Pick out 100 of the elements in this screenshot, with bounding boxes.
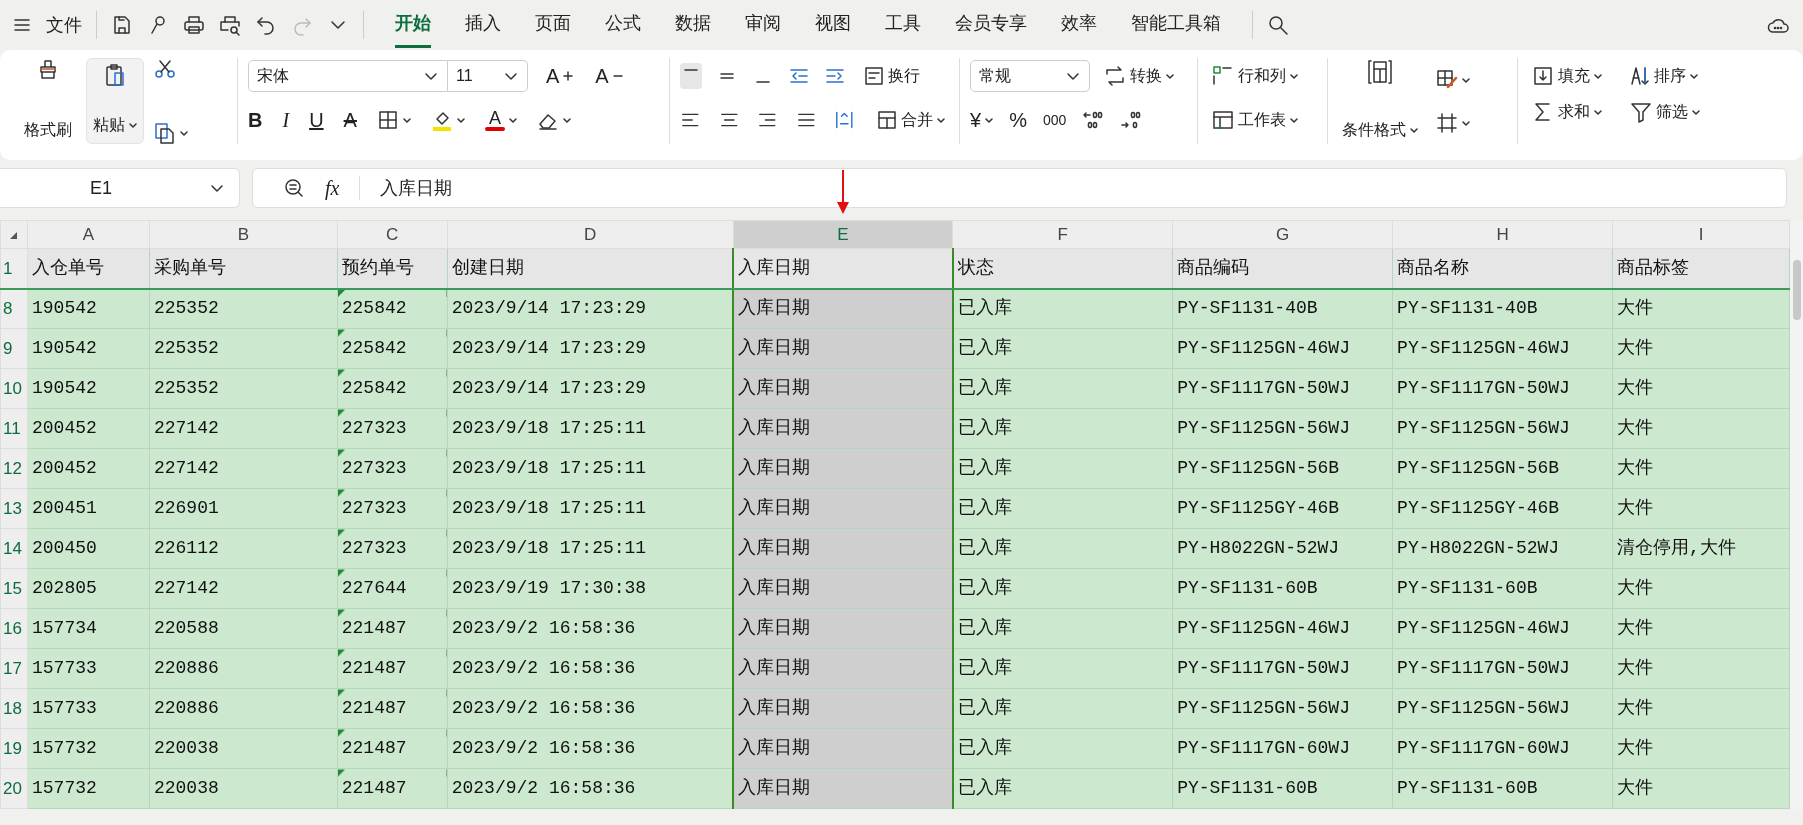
undo-icon[interactable]	[255, 14, 277, 36]
print-preview-icon[interactable]	[219, 14, 241, 36]
caret-icon[interactable]	[562, 116, 571, 124]
caret-icon[interactable]	[456, 116, 465, 124]
row-header[interactable]: 9	[0, 328, 28, 369]
bold-button[interactable]: B	[248, 110, 263, 130]
vertical-align-button[interactable]	[680, 63, 702, 89]
column-header[interactable]: A	[27, 220, 150, 249]
underline-button[interactable]: U	[309, 110, 324, 130]
caret-icon[interactable]	[180, 129, 188, 137]
wrap-text-button[interactable]: 换行	[860, 62, 924, 90]
number-format-dropdown[interactable]: 常规	[970, 60, 1090, 92]
zoom-out-icon[interactable]	[283, 177, 305, 199]
column-header[interactable]: D	[447, 220, 734, 249]
caret-icon[interactable]	[936, 116, 945, 124]
column-header[interactable]: I	[1612, 220, 1790, 249]
row-header[interactable]: 18	[0, 688, 28, 729]
ribbon-tab[interactable]: 插入	[465, 2, 501, 48]
rows-and-columns-button[interactable]: 行和列	[1208, 62, 1302, 90]
convert-button[interactable]: 转换	[1100, 62, 1178, 90]
sort-button[interactable]: 排序	[1626, 62, 1702, 90]
sum-button[interactable]: 求和	[1528, 98, 1606, 126]
font-color-button[interactable]: A	[484, 109, 505, 131]
increase-decimal-icon[interactable]	[1082, 109, 1105, 131]
copy-icon[interactable]	[154, 122, 176, 144]
name-box[interactable]: E1	[0, 168, 240, 208]
caret-icon[interactable]	[402, 116, 411, 124]
format-painter-button[interactable]: 格式刷	[20, 116, 76, 144]
ribbon-tab[interactable]: 视图	[815, 2, 851, 48]
ribbon-tab[interactable]: 数据	[675, 2, 711, 48]
save-icon[interactable]	[111, 14, 133, 36]
fill-color-icon[interactable]	[430, 109, 453, 131]
scrollbar-thumb[interactable]	[1792, 260, 1801, 320]
ribbon-tab[interactable]: 智能工具箱	[1131, 2, 1221, 48]
ribbon-tab[interactable]: 公式	[605, 2, 641, 48]
row-header[interactable]: 16	[0, 608, 28, 649]
caret-icon[interactable]	[508, 116, 517, 124]
column-header[interactable]: E	[733, 220, 953, 249]
row-header[interactable]: 12	[0, 448, 28, 489]
decrease-font-button[interactable]: A	[591, 64, 627, 88]
file-menu[interactable]: 文件	[46, 16, 82, 34]
row-header[interactable]: 14	[0, 528, 28, 569]
border-icon[interactable]	[376, 109, 399, 131]
caret-icon[interactable]	[1166, 72, 1174, 80]
column-header[interactable]: H	[1392, 220, 1613, 249]
italic-button[interactable]: I	[282, 110, 290, 130]
scissors-icon[interactable]	[154, 58, 176, 80]
caret-icon[interactable]	[129, 121, 137, 129]
print-icon[interactable]	[183, 14, 205, 36]
fx-label[interactable]: fx	[325, 173, 340, 203]
ribbon-tab[interactable]: 审阅	[745, 2, 781, 48]
formula-input[interactable]: 入库日期	[380, 174, 453, 202]
strikethrough-button[interactable]: A	[343, 110, 357, 130]
row-header[interactable]: 1	[0, 248, 28, 289]
ribbon-tab[interactable]: 效率	[1061, 2, 1097, 48]
table-frame-icon[interactable]	[1366, 58, 1394, 86]
column-header[interactable]: G	[1172, 220, 1393, 249]
row-header[interactable]: 10	[0, 368, 28, 409]
ribbon-tab[interactable]: 工具	[885, 2, 921, 48]
crop-frame-icon[interactable]	[1436, 111, 1458, 134]
row-header[interactable]: 20	[0, 768, 28, 809]
caret-icon[interactable]	[985, 116, 994, 124]
percent-button[interactable]: %	[1009, 110, 1027, 130]
select-all-corner[interactable]	[0, 220, 28, 249]
ribbon-tab[interactable]: 会员专享	[955, 2, 1027, 48]
font-name-dropdown[interactable]: 宋体	[248, 60, 448, 92]
row-header[interactable]: 19	[0, 728, 28, 769]
clipboard-icon[interactable]	[104, 63, 126, 87]
search-icon[interactable]	[1267, 14, 1289, 36]
cell-style-icon[interactable]	[1436, 68, 1458, 91]
increase-font-button[interactable]: A	[542, 64, 578, 88]
brush-icon[interactable]	[37, 58, 59, 80]
caret-icon[interactable]	[1692, 108, 1700, 116]
fill-button[interactable]: 填充	[1528, 62, 1606, 90]
ribbon-tab[interactable]: 页面	[535, 2, 571, 48]
column-header[interactable]: F	[952, 220, 1173, 249]
column-header[interactable]: B	[149, 220, 338, 249]
font-size-dropdown[interactable]: 11	[448, 60, 528, 92]
caret-icon[interactable]	[1462, 75, 1470, 84]
worksheet-button[interactable]: 工作表	[1208, 106, 1302, 134]
caret-icon[interactable]	[1594, 108, 1602, 116]
filter-button[interactable]: 筛选	[1626, 98, 1704, 126]
currency-button[interactable]: ¥	[970, 110, 982, 130]
caret-icon[interactable]	[1594, 72, 1602, 80]
caret-icon[interactable]	[1290, 72, 1298, 80]
column-header[interactable]: C	[337, 220, 448, 249]
thousands-button[interactable]: 000	[1042, 113, 1067, 127]
merge-cells-button[interactable]: 合并	[872, 106, 949, 134]
caret-icon[interactable]	[1462, 118, 1470, 127]
decrease-decimal-icon[interactable]	[1120, 109, 1143, 131]
row-header[interactable]: 15	[0, 568, 28, 609]
row-header[interactable]: 13	[0, 488, 28, 529]
caret-icon[interactable]	[1410, 126, 1418, 134]
caret-icon[interactable]	[1290, 116, 1298, 124]
distribute-icon[interactable]	[834, 109, 855, 131]
conditional-format-button[interactable]: 条件格式	[1338, 116, 1422, 144]
caret-icon[interactable]	[1690, 72, 1698, 80]
row-header[interactable]: 8	[0, 288, 28, 329]
row-header[interactable]: 11	[0, 408, 28, 449]
row-header[interactable]: 17	[0, 648, 28, 689]
